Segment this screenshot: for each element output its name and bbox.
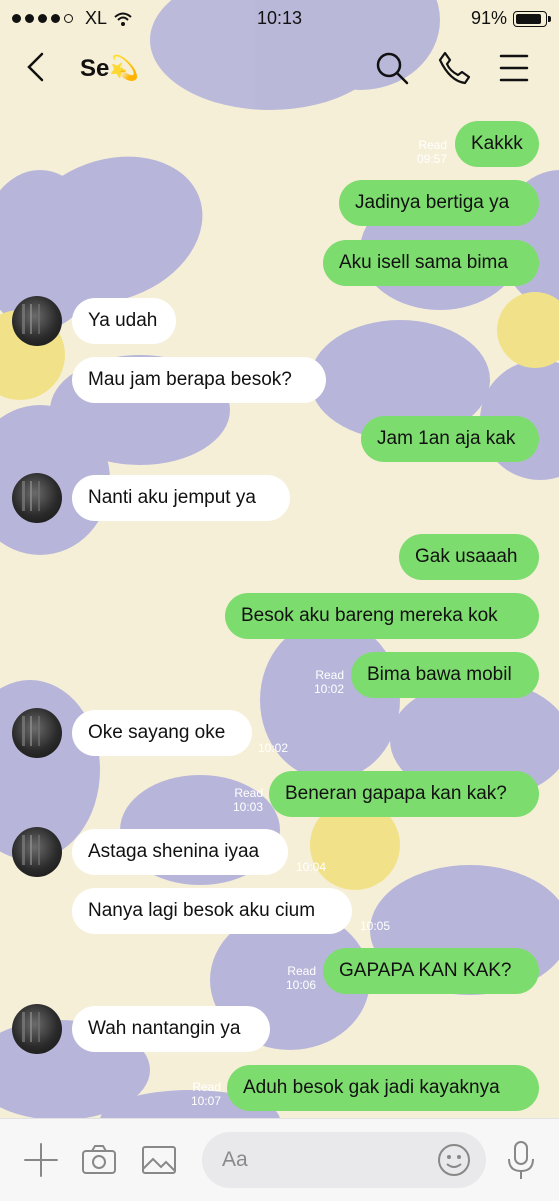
outgoing-message[interactable]: Gak usaaah [399,534,539,580]
status-bar: XL 10:13 91% [0,0,559,36]
microphone-icon[interactable] [504,1139,538,1181]
contact-avatar[interactable] [12,827,62,877]
message-composer: Aa [0,1118,559,1201]
message-meta: 10:02 [258,741,289,755]
battery-group: 91% [470,8,551,29]
contact-avatar[interactable] [12,296,62,346]
menu-icon[interactable] [496,50,532,86]
incoming-message[interactable]: Wah nantangin ya [72,1006,270,1052]
outgoing-message[interactable]: Aku isell sama bima [323,240,539,286]
message-meta: Read 10:07 [190,1080,221,1108]
chat-title: Se💫 [80,55,140,82]
contact-avatar[interactable] [12,708,62,758]
phone-icon[interactable] [436,50,472,86]
outgoing-message[interactable]: Jadinya bertiga ya [339,180,539,226]
incoming-message[interactable]: Nanti aku jemput ya [72,475,290,521]
message-meta: Read 10:02 [313,668,344,696]
outgoing-message[interactable]: Besok aku bareng mereka kok [225,593,539,639]
outgoing-message[interactable]: Beneran gapapa kan kak? [269,771,539,817]
outgoing-message[interactable]: GAPAPA KAN KAK? [323,948,539,994]
outgoing-message[interactable]: Jam 1an aja kak [361,416,539,462]
message-meta: Read 10:06 [285,964,316,992]
outgoing-message[interactable]: Kakkk [455,121,539,167]
incoming-message[interactable]: Oke sayang oke [72,710,252,756]
back-chevron-icon[interactable] [20,50,54,84]
message-meta: 10:05 [360,919,391,933]
outgoing-message[interactable]: Bima bawa mobil [351,652,539,698]
contact-avatar[interactable] [12,473,62,523]
chat-header: Se💫 [0,40,559,98]
plus-icon[interactable] [22,1141,60,1179]
message-input-placeholder: Aa [222,1148,248,1171]
message-input[interactable]: Aa [202,1132,486,1188]
incoming-message[interactable]: Mau jam berapa besok? [72,357,326,403]
contact-avatar[interactable] [12,1004,62,1054]
message-list[interactable]: Read 09:57 Kakkk Jadinya bertiga ya Aku i… [0,100,559,1116]
outgoing-message[interactable]: Aduh besok gak jadi kayaknya [227,1065,539,1111]
gallery-icon[interactable] [140,1141,178,1179]
incoming-message[interactable]: Ya udah [72,298,176,344]
incoming-message[interactable]: Nanya lagi besok aku cium [72,888,352,934]
emoji-icon[interactable] [436,1142,472,1178]
battery-percent: 91% [470,8,507,28]
battery-icon [513,10,551,27]
message-meta: Read 10:03 [232,786,263,814]
camera-icon[interactable] [80,1141,118,1179]
incoming-message[interactable]: Astaga shenina iyaa [72,829,288,875]
search-icon[interactable] [374,50,410,86]
message-meta: 10:04 [296,860,327,874]
message-meta: Read 09:57 [416,138,447,166]
